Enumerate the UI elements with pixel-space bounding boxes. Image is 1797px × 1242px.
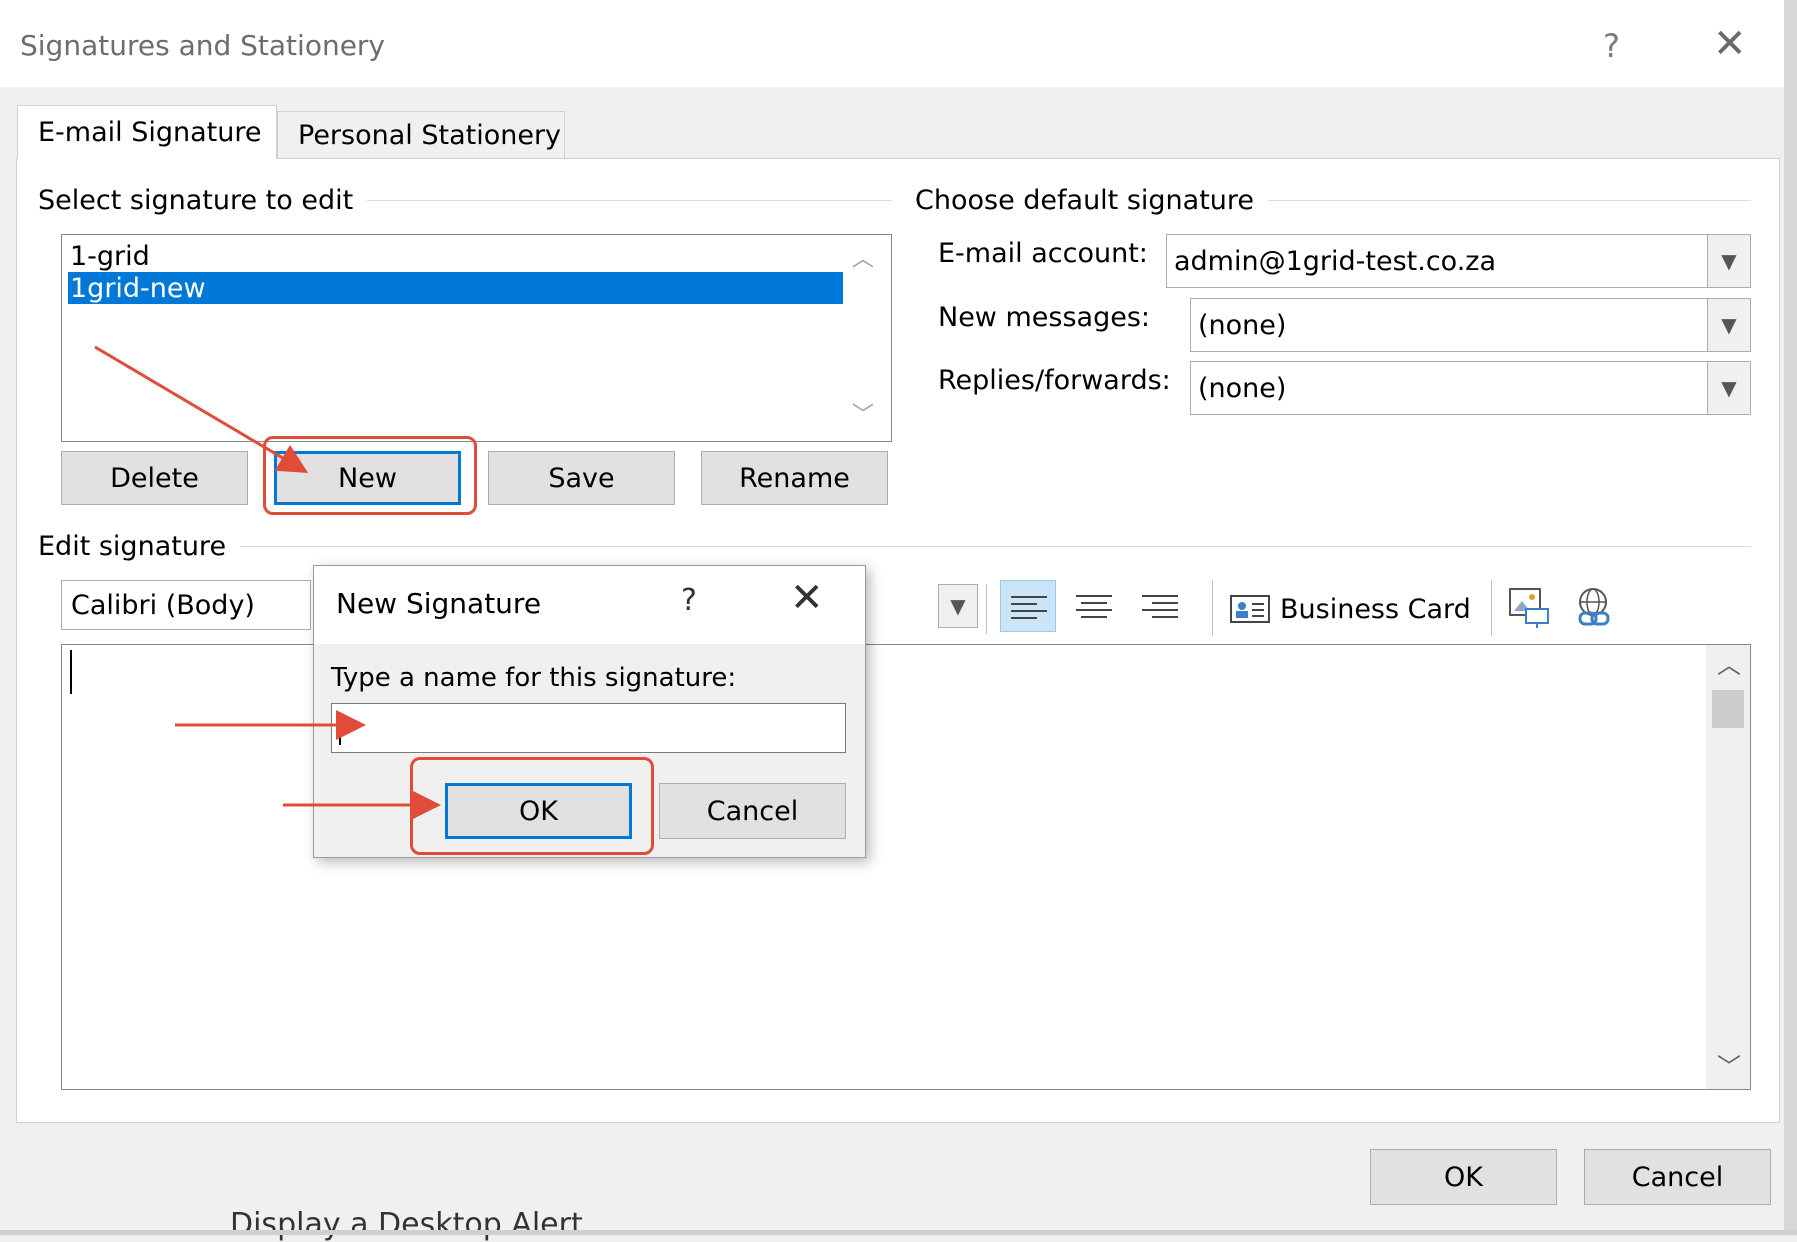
align-right-icon[interactable] — [1132, 580, 1188, 632]
delete-button-label: Delete — [110, 462, 199, 494]
chevron-down-icon[interactable]: ▼ — [1707, 235, 1750, 287]
default-group-header: Choose default signature — [915, 187, 1269, 214]
ok-button[interactable]: OK — [1370, 1149, 1557, 1205]
rename-button-label: Rename — [739, 462, 850, 494]
title-bar: Signatures and Stationery ? ✕ — [0, 0, 1797, 87]
save-button-label: Save — [548, 462, 615, 494]
font-select[interactable]: Calibri (Body) — [61, 580, 311, 630]
business-card-button[interactable]: Business Card — [1230, 585, 1471, 633]
tab-personal-stationery[interactable]: Personal Stationery — [277, 111, 565, 159]
tab-personal-stationery-label: Personal Stationery — [298, 120, 562, 151]
close-icon[interactable]: ✕ — [790, 578, 824, 618]
delete-button[interactable]: Delete — [61, 451, 248, 505]
toolbar-separator — [1491, 580, 1492, 636]
window-title: Signatures and Stationery — [20, 29, 385, 62]
annotation-highlight-ok — [410, 757, 654, 855]
background-window-edge — [1784, 0, 1797, 1235]
help-icon[interactable]: ? — [681, 586, 697, 616]
tab-email-signature[interactable]: E-mail Signature — [17, 105, 277, 159]
annotation-highlight-new — [263, 436, 477, 515]
insert-picture-glyph — [1509, 588, 1549, 628]
font-select-value: Calibri (Body) — [71, 589, 255, 621]
toolbar-separator — [1212, 580, 1213, 636]
list-item-selected[interactable]: 1grid-new — [68, 272, 843, 304]
email-account-select[interactable]: admin@1grid-test.co.za ▼ — [1166, 234, 1751, 288]
scrollbar-thumb[interactable] — [1712, 690, 1744, 728]
edit-group-divider — [235, 546, 1751, 547]
insert-hyperlink-glyph — [1578, 588, 1610, 626]
chevron-up-icon[interactable]: ︿ — [852, 249, 874, 271]
select-group-divider — [350, 200, 892, 201]
align-right-glyph — [1142, 595, 1178, 618]
align-center-icon[interactable] — [1066, 580, 1122, 632]
align-center-glyph — [1076, 595, 1112, 618]
default-group-divider — [1260, 200, 1751, 201]
signature-name-input[interactable] — [331, 703, 846, 753]
insert-picture-icon[interactable] — [1506, 585, 1552, 631]
chevron-down-icon[interactable]: ﹀ — [1717, 1055, 1741, 1079]
background-checkbox-label: Display a Desktop Alert — [230, 1207, 583, 1242]
edit-group-header: Edit signature — [38, 533, 241, 560]
signature-name-label: Type a name for this signature: — [331, 663, 737, 693]
business-card-icon — [1230, 595, 1270, 623]
dialog-cancel-button[interactable]: Cancel — [659, 783, 846, 839]
insert-hyperlink-icon[interactable] — [1572, 585, 1618, 631]
email-account-value: admin@1grid-test.co.za — [1174, 245, 1497, 277]
new-signature-title-bar: New Signature ? ✕ — [314, 566, 865, 644]
chevron-up-icon[interactable]: ︿ — [1717, 653, 1741, 677]
rename-button[interactable]: Rename — [701, 451, 888, 505]
new-messages-value: (none) — [1198, 309, 1287, 341]
replies-forwards-label: Replies/forwards: — [938, 365, 1171, 396]
email-account-label: E-mail account: — [938, 238, 1148, 269]
new-signature-title: New Signature — [336, 587, 542, 620]
align-left-glyph — [1011, 596, 1047, 619]
text-caret — [70, 650, 72, 694]
new-messages-select[interactable]: (none) ▼ — [1190, 298, 1751, 352]
help-icon[interactable]: ? — [1603, 30, 1620, 62]
chevron-down-icon[interactable]: ▼ — [1707, 362, 1750, 414]
text-caret — [339, 713, 341, 745]
business-card-label: Business Card — [1280, 593, 1471, 625]
editor-scrollbar[interactable]: ︿ ﹀ — [1706, 645, 1750, 1089]
background-window-strip — [0, 1230, 1797, 1235]
chevron-down-icon[interactable]: ▼ — [1707, 299, 1750, 351]
replies-forwards-select[interactable]: (none) ▼ — [1190, 361, 1751, 415]
chevron-down-icon[interactable]: ▼ — [938, 584, 978, 628]
new-messages-label: New messages: — [938, 302, 1150, 333]
chevron-down-icon[interactable]: ﹀ — [852, 405, 874, 427]
tab-email-signature-label: E-mail Signature — [38, 117, 262, 148]
ok-button-label: OK — [1444, 1161, 1483, 1193]
align-left-icon[interactable] — [1000, 580, 1056, 632]
toolbar-separator — [986, 584, 987, 634]
list-item[interactable]: 1-grid — [68, 240, 843, 272]
select-group-header: Select signature to edit — [38, 187, 368, 214]
cancel-button-label: Cancel — [1631, 1161, 1724, 1193]
replies-forwards-value: (none) — [1198, 372, 1287, 404]
close-icon[interactable]: ✕ — [1713, 24, 1747, 64]
signature-list[interactable]: 1-grid 1grid-new ︿ ﹀ — [61, 234, 892, 442]
cancel-button[interactable]: Cancel — [1584, 1149, 1771, 1205]
dialog-cancel-label: Cancel — [706, 795, 799, 827]
save-button[interactable]: Save — [488, 451, 675, 505]
